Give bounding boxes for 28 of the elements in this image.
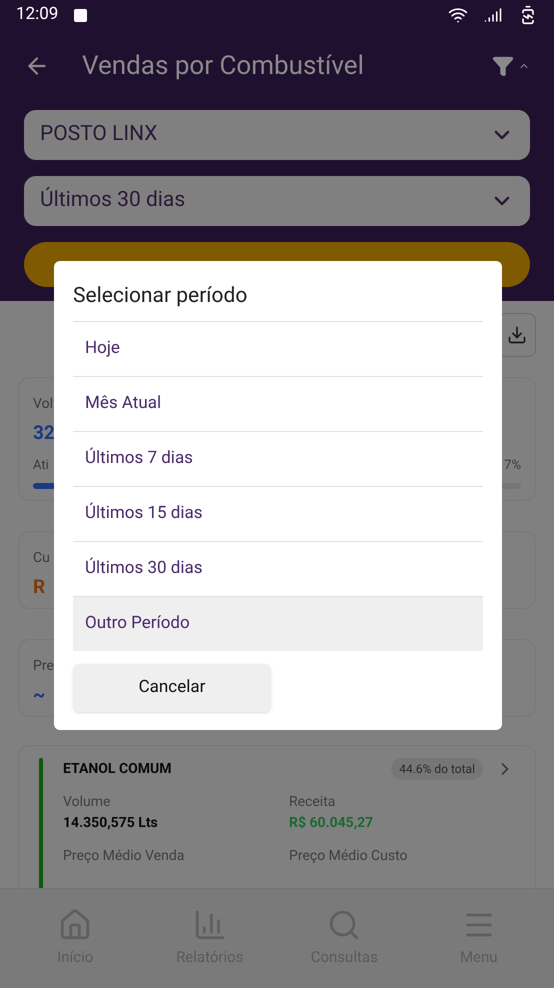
filter-toggle[interactable] bbox=[492, 55, 530, 77]
notification-icon bbox=[74, 8, 88, 22]
period-option[interactable]: Outro Período bbox=[73, 596, 483, 650]
field-value: R$ 60.045,27 bbox=[289, 814, 374, 833]
share-badge: 44.6% do total bbox=[391, 758, 483, 780]
field-label: Volume bbox=[63, 793, 112, 812]
filter-dropdown[interactable]: Últimos 30 dias bbox=[24, 176, 530, 226]
page-title: Vendas por Combustível bbox=[82, 50, 365, 82]
field-label: Receita bbox=[289, 793, 336, 812]
status-time: 12:09 bbox=[16, 3, 58, 26]
field-label: Preço Médio Custo bbox=[289, 847, 409, 866]
card-reading: 7% bbox=[504, 456, 521, 474]
card-label: Cu bbox=[33, 549, 50, 568]
signal-icon bbox=[484, 6, 502, 24]
card-caption: Ati bbox=[33, 456, 49, 474]
card-value: ~ bbox=[33, 682, 46, 708]
cancel-button[interactable]: Cancelar bbox=[73, 664, 271, 712]
card-value: R bbox=[33, 574, 46, 600]
card-label: Vol bbox=[33, 395, 53, 414]
filter-dropdown[interactable]: POSTO LINX bbox=[24, 110, 530, 160]
dialog-title: Selecionar período bbox=[73, 283, 248, 310]
card-value: 32 bbox=[33, 420, 55, 446]
field-label: Preço Médio Venda bbox=[63, 847, 186, 866]
fuel-name: ETANOL COMUM bbox=[63, 760, 173, 778]
field-value: 14.350,575 Lts bbox=[63, 814, 159, 833]
card-label: Pre bbox=[33, 657, 54, 676]
download-icon bbox=[507, 325, 527, 345]
filter-icon bbox=[492, 55, 514, 77]
